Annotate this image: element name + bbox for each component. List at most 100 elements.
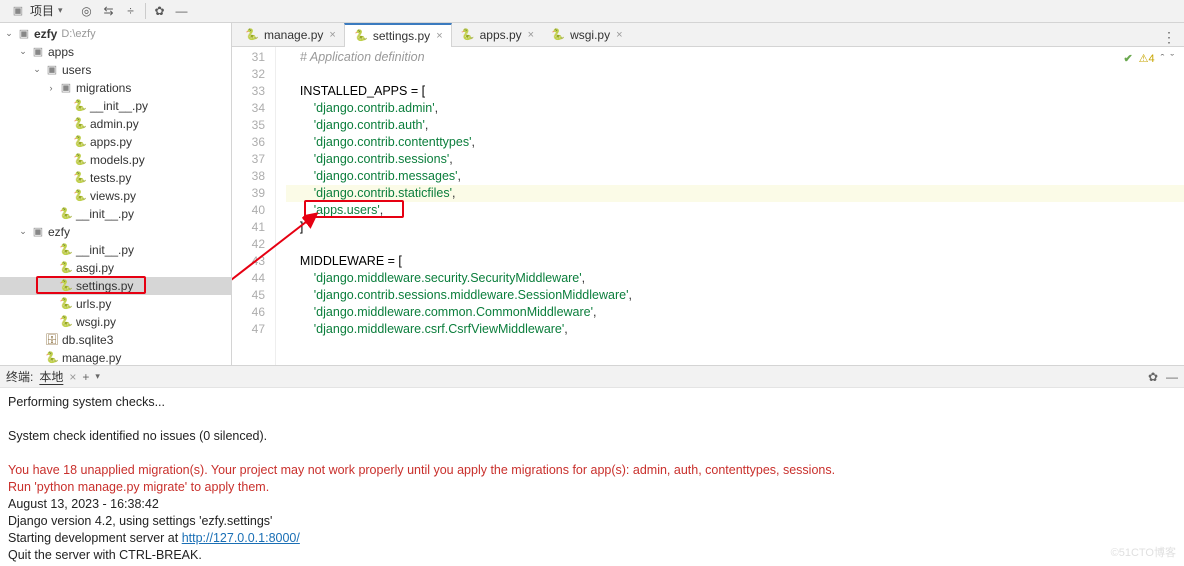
terminal-label: 终端: [6, 368, 33, 385]
project-dropdown[interactable]: ▣ 项目 ▾ [4, 2, 69, 19]
python-icon: 🐍 [44, 350, 60, 365]
tree-file[interactable]: 🐍views.py [0, 187, 231, 205]
inspection-badge[interactable]: ✔ ⚠4 ˆ ˇ [1123, 51, 1174, 68]
server-url-link[interactable]: http://127.0.0.1:8000/ [182, 531, 300, 545]
chevron-down-icon[interactable]: ˇ [1170, 51, 1174, 68]
project-tree[interactable]: ⌄ ▣ ezfy D:\ezfy ⌄ ▣ apps ⌄ ▣ users › [0, 23, 231, 365]
top-toolbar: ▣ 项目 ▾ ◎ ⇆ ÷ ✿ — [0, 0, 1184, 23]
terminal-tab-local[interactable]: 本地 [39, 368, 63, 385]
separator [145, 3, 146, 19]
code-line: 'django.contrib.contenttypes', [286, 134, 1184, 151]
python-icon: 🐍 [58, 206, 74, 222]
folder-icon: ▣ [30, 44, 46, 60]
settings-icon[interactable]: ✿ [150, 1, 170, 21]
tree-folder-migrations[interactable]: › ▣ migrations [0, 79, 231, 97]
check-icon: ✔ [1123, 51, 1132, 68]
chevron-down-icon[interactable]: ⌄ [16, 46, 30, 57]
chevron-down-icon[interactable]: ⌄ [30, 64, 44, 75]
python-icon: 🐍 [72, 170, 88, 186]
tree-folder-ezfy[interactable]: ⌄ ▣ ezfy [0, 223, 231, 241]
python-icon: 🐍 [244, 27, 260, 43]
chevron-down-icon[interactable]: ▾ [95, 371, 100, 382]
code-line [286, 66, 1184, 83]
folder-icon: ▣ [58, 80, 74, 96]
python-icon: 🐍 [353, 28, 369, 44]
python-icon: 🐍 [58, 296, 74, 312]
tab-label: apps.py [480, 28, 522, 42]
tab-label: settings.py [373, 29, 430, 43]
code-view[interactable]: ✔ ⚠4 ˆ ˇ # Application definition INSTAL… [276, 47, 1184, 365]
tree-label: ezfy [32, 27, 57, 41]
folder-icon: ▣ [16, 26, 32, 42]
tree-file[interactable]: 🐍apps.py [0, 133, 231, 151]
chevron-right-icon[interactable]: › [44, 83, 58, 93]
terminal-output[interactable]: Performing system checks... System check… [0, 388, 1184, 566]
python-icon: 🐍 [58, 260, 74, 276]
python-icon: 🐍 [72, 152, 88, 168]
terminal-line-warning: Run 'python manage.py migrate' to apply … [8, 479, 1176, 496]
line-gutter: 3132333435363738394041424344454647 [232, 47, 276, 365]
code-line: 'django.contrib.sessions.middleware.Sess… [286, 287, 1184, 304]
tree-root[interactable]: ⌄ ▣ ezfy D:\ezfy [0, 25, 231, 43]
divide-icon[interactable]: ÷ [121, 1, 141, 21]
editor-tab[interactable]: 🐍 apps.py × [452, 23, 542, 46]
code-line: 'django.contrib.sessions', [286, 151, 1184, 168]
chevron-down-icon[interactable]: ⌄ [2, 28, 16, 39]
tree-file[interactable]: 🐍wsgi.py [0, 313, 231, 331]
expand-icon[interactable]: ⇆ [99, 1, 119, 21]
terminal-line: Quit the server with CTRL-BREAK. [8, 547, 1176, 564]
terminal-line: Performing system checks... [8, 394, 1176, 411]
tree-file[interactable]: 🐍models.py [0, 151, 231, 169]
chevron-down-icon: ▾ [58, 5, 63, 16]
more-tabs-icon[interactable]: ⋮ [1154, 29, 1184, 46]
terminal-line: Starting development server at http://12… [8, 530, 1176, 547]
tree-file[interactable]: 🐍__init__.py [0, 205, 231, 223]
editor-tab[interactable]: 🐍 manage.py × [236, 23, 344, 46]
chevron-down-icon[interactable]: ⌄ [16, 226, 30, 237]
folder-icon: ▣ [10, 3, 26, 19]
folder-icon: ▣ [44, 62, 60, 78]
tree-path: D:\ezfy [61, 28, 95, 40]
terminal-minimize-icon[interactable]: — [1166, 370, 1178, 384]
code-line: 'django.middleware.csrf.CsrfViewMiddlewa… [286, 321, 1184, 338]
tree-file[interactable]: 🐍manage.py [0, 349, 231, 365]
annotation-box [36, 276, 146, 294]
editor-tab[interactable]: 🐍 settings.py × [344, 23, 452, 47]
target-icon[interactable]: ◎ [77, 1, 97, 21]
tree-folder-apps[interactable]: ⌄ ▣ apps [0, 43, 231, 61]
tree-file[interactable]: 🐍urls.py [0, 295, 231, 313]
editor-tab[interactable]: 🐍wsgi.py× [542, 23, 630, 46]
python-icon: 🐍 [72, 188, 88, 204]
code-line: INSTALLED_APPS = [ [286, 83, 1184, 100]
tree-file[interactable]: 🐍asgi.py [0, 259, 231, 277]
terminal-settings-icon[interactable]: ✿ [1148, 370, 1158, 384]
tab-label: manage.py [264, 28, 323, 42]
add-terminal-icon[interactable]: + [82, 370, 89, 384]
code-line [286, 236, 1184, 253]
terminal-line: Django version 4.2, using settings 'ezfy… [8, 513, 1176, 530]
chevron-up-icon[interactable]: ˆ [1161, 51, 1165, 68]
tree-file[interactable]: 🐍tests.py [0, 169, 231, 187]
tree-file-settings[interactable]: 🐍settings.py [0, 277, 231, 295]
code-line: 'django.contrib.staticfiles', [286, 185, 1184, 202]
close-icon[interactable]: × [436, 30, 442, 42]
close-icon[interactable]: × [528, 29, 534, 41]
code-line: MIDDLEWARE = [ [286, 253, 1184, 270]
tree-file[interactable]: 🐍__init__.py [0, 241, 231, 259]
tree-folder-users[interactable]: ⌄ ▣ users [0, 61, 231, 79]
tree-file[interactable]: 🐍admin.py [0, 115, 231, 133]
close-icon[interactable]: × [616, 29, 622, 41]
tree-file[interactable]: 🗄db.sqlite3 [0, 331, 231, 349]
code-line: ] [286, 219, 1184, 236]
tree-file[interactable]: 🐍__init__.py [0, 97, 231, 115]
editor-body[interactable]: 3132333435363738394041424344454647 ✔ ⚠4 … [232, 47, 1184, 365]
annotation-box [304, 200, 404, 218]
close-icon[interactable]: × [69, 370, 76, 384]
tab-label: wsgi.py [570, 28, 610, 42]
minimize-icon[interactable]: — [172, 1, 192, 21]
close-icon[interactable]: × [329, 29, 335, 41]
python-icon: 🐍 [58, 242, 74, 258]
python-icon: 🐍 [72, 116, 88, 132]
code-line: # Application definition [286, 49, 1184, 66]
python-icon: 🐍 [460, 27, 476, 43]
